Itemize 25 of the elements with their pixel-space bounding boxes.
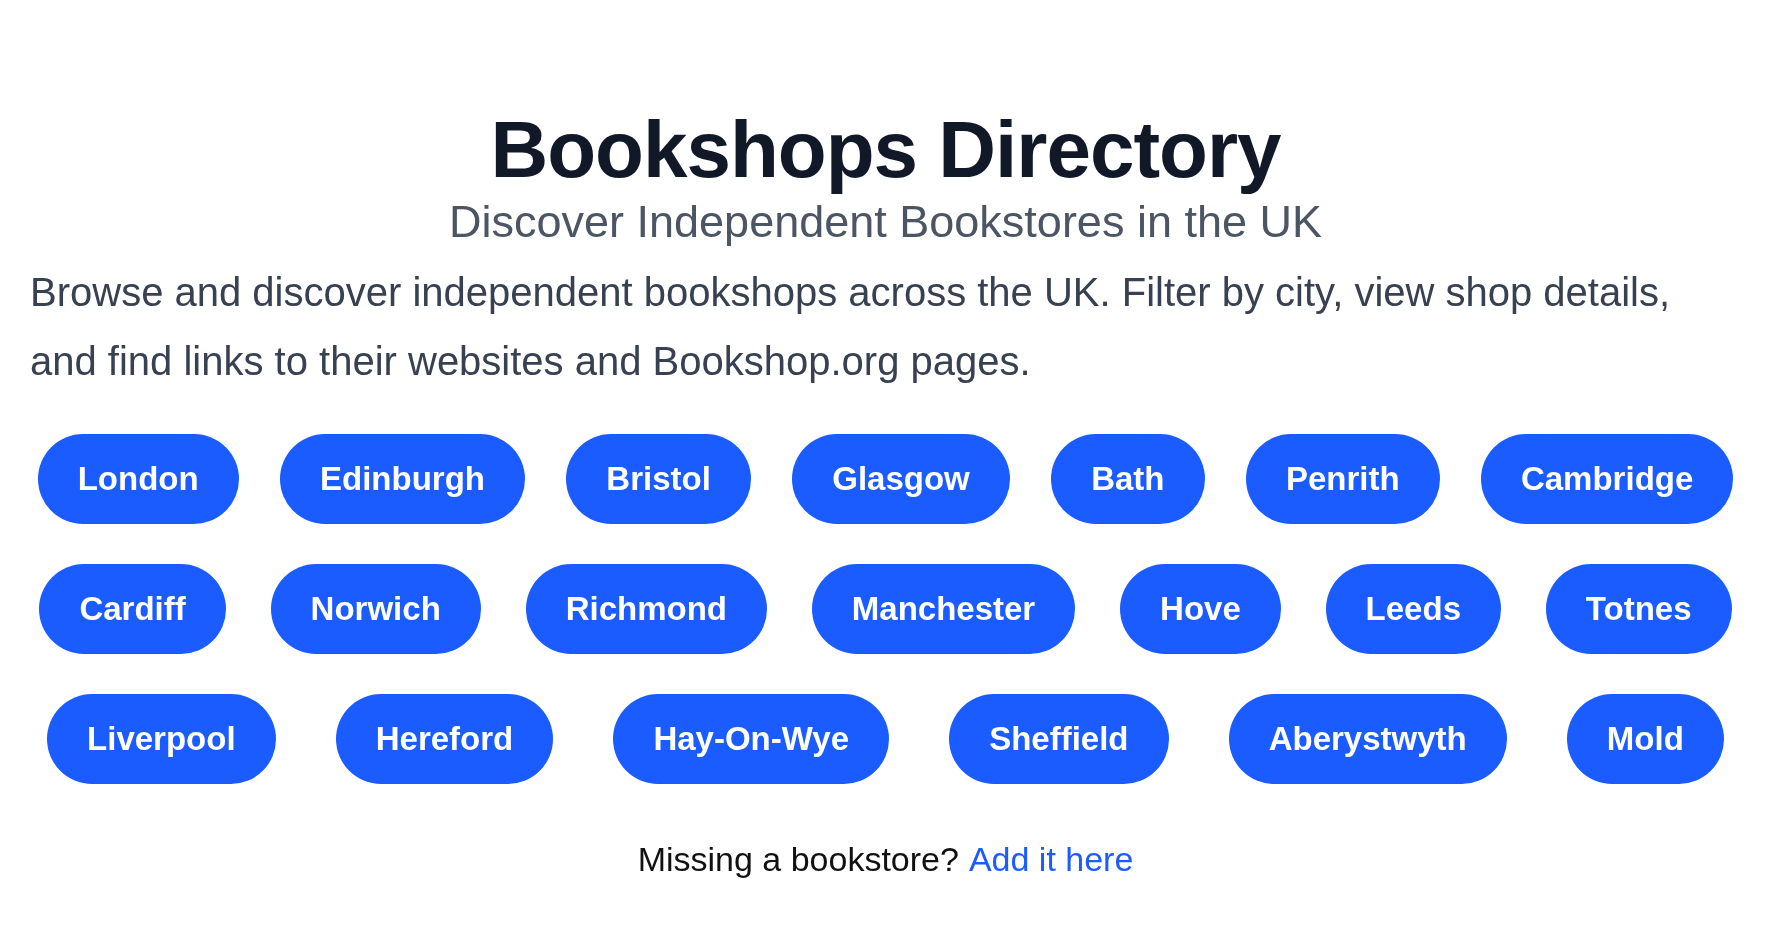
city-filter-button[interactable]: Totnes xyxy=(1545,564,1732,654)
city-filter-button[interactable]: Hove xyxy=(1120,564,1281,654)
intro-paragraph: Browse and discover independent bookshops across the UK. Filter by city, view shop details, and find links to their websites and Bookshop.org pages. xyxy=(30,269,1672,385)
city-filter-button[interactable]: London xyxy=(37,434,239,524)
page-title: Bookshops Directory xyxy=(489,104,1282,196)
city-filter-button[interactable]: Penrith xyxy=(1245,434,1440,524)
city-filter-button[interactable]: Mold xyxy=(1566,694,1724,784)
city-filter-button[interactable]: Cardiff xyxy=(39,564,226,654)
city-filter-button[interactable]: Leeds xyxy=(1325,564,1501,654)
city-filter-button[interactable]: Liverpool xyxy=(47,694,276,784)
city-filter-button[interactable]: Aberystwyth xyxy=(1228,694,1507,784)
city-filter-button[interactable]: Bristol xyxy=(566,434,751,524)
page-subtitle: Discover Independent Bookstores in the UK xyxy=(449,195,1322,249)
city-filter-button[interactable]: Glasgow xyxy=(792,434,1010,524)
city-filter-button[interactable]: Manchester xyxy=(811,564,1076,654)
add-bookstore-link[interactable]: Add it here xyxy=(968,840,1134,878)
city-filter-button[interactable]: Hereford xyxy=(335,694,554,784)
city-filter-button[interactable]: Sheffield xyxy=(949,694,1169,784)
city-filter-button[interactable]: Edinburgh xyxy=(280,434,525,524)
city-filter-button[interactable]: Bath xyxy=(1051,434,1205,524)
city-filter-button[interactable]: Norwich xyxy=(270,564,481,654)
footer-text: Missing a bookstore? xyxy=(637,840,959,878)
city-filter-button[interactable]: Cambridge xyxy=(1480,434,1734,524)
city-filter-button[interactable]: Richmond xyxy=(525,564,767,654)
city-filter-button[interactable]: Hay-On-Wye xyxy=(613,694,889,784)
